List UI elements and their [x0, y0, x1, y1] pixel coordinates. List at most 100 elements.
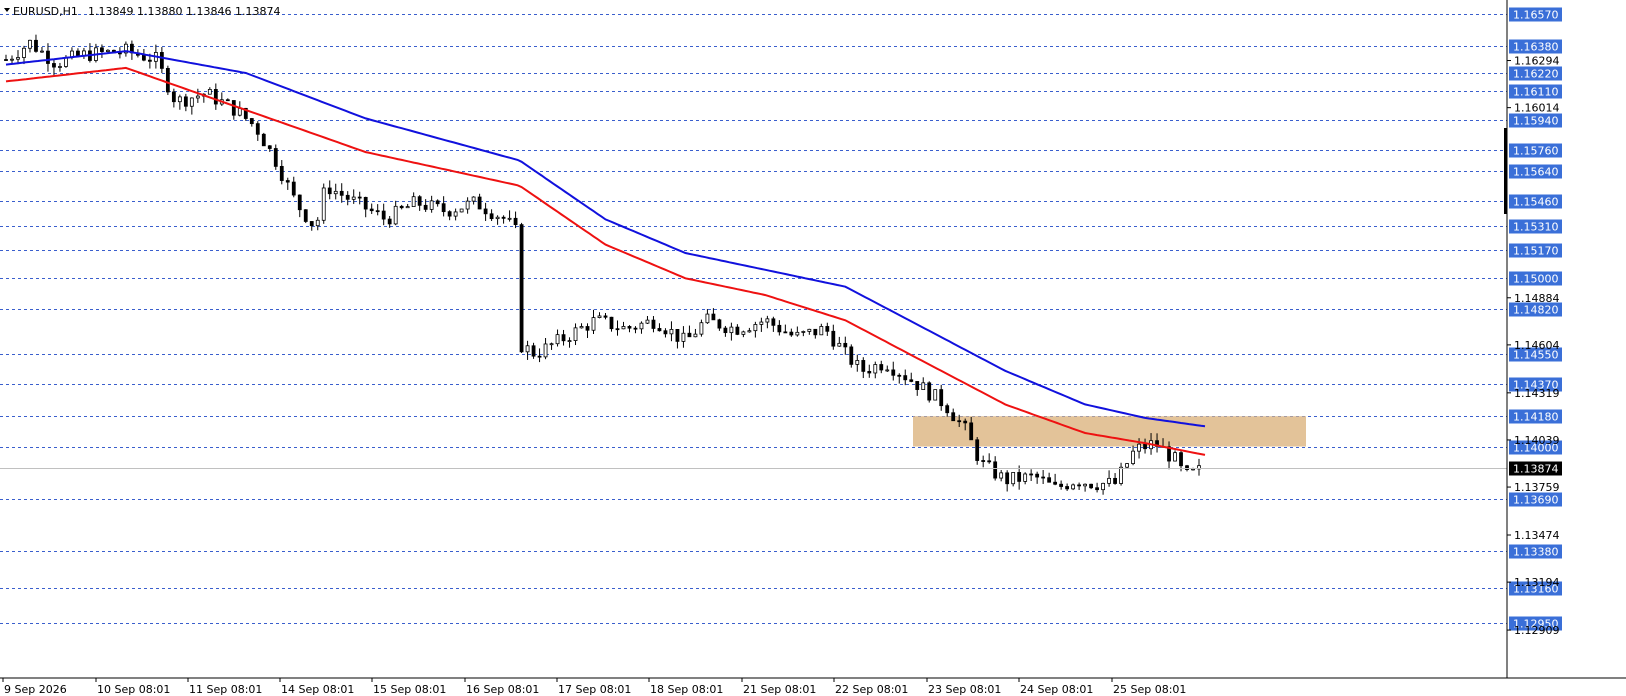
candle-body: [609, 316, 614, 330]
candle-body: [46, 50, 50, 64]
x-tick-label: 9 Sep 2026: [4, 683, 67, 696]
candle-body: [825, 326, 830, 332]
candle-body: [951, 412, 956, 422]
candle-body: [297, 194, 302, 211]
candle-body: [975, 439, 980, 461]
candle-body: [351, 196, 356, 200]
candle-body: [903, 375, 908, 381]
candle-body: [249, 118, 254, 125]
candle-body: [279, 165, 284, 181]
candle-body: [141, 54, 146, 61]
candle-body: [1137, 443, 1141, 452]
candle-body: [747, 330, 752, 333]
candle-body: [651, 319, 656, 329]
candle-body: [717, 319, 722, 329]
candle-body: [927, 382, 932, 401]
candle-body: [705, 313, 710, 324]
candle-body: [52, 63, 56, 68]
candle-body: [543, 343, 548, 358]
level-label: 1.16110: [1513, 86, 1559, 99]
candle-body: [597, 315, 602, 318]
candle-body: [771, 318, 776, 326]
chart-background: [0, 0, 1626, 696]
level-label: 1.15760: [1513, 145, 1559, 158]
candle-body: [1131, 450, 1135, 464]
candle-body: [399, 205, 404, 209]
candle-body: [1077, 484, 1082, 487]
candle-body: [855, 360, 860, 365]
candle-body: [177, 96, 182, 103]
y-tick-label: 1.13474: [1514, 529, 1560, 542]
candle-body: [1185, 465, 1189, 471]
candle-body: [261, 133, 266, 147]
candle-body: [1071, 484, 1076, 490]
candle-body: [687, 332, 692, 338]
candle-body: [106, 49, 110, 52]
candle-body: [345, 194, 350, 200]
candle-body: [981, 460, 986, 462]
candle-body: [1029, 473, 1034, 476]
candle-body: [255, 123, 260, 135]
candle-body: [375, 210, 380, 213]
candle-body: [1107, 477, 1111, 484]
candle-body: [867, 370, 872, 374]
x-tick-label: 18 Sep 08:01: [650, 683, 723, 696]
candle-body: [789, 331, 794, 336]
level-label: 1.15170: [1513, 245, 1559, 258]
candle-body: [207, 89, 212, 95]
candle-body: [1005, 472, 1010, 485]
candle-body: [303, 209, 308, 222]
level-label: 1.16570: [1513, 9, 1559, 22]
candle-body: [579, 326, 584, 329]
level-label: 1.16380: [1513, 41, 1559, 54]
symbol-timeframe: EURUSD,H1: [13, 5, 78, 18]
candle-body: [801, 331, 806, 333]
candle-body: [213, 89, 218, 105]
candle-body: [1011, 472, 1016, 485]
candle-body: [10, 58, 14, 61]
candle-body: [441, 203, 446, 213]
candle-body: [393, 205, 398, 225]
price-chart[interactable]: 1.13874 1.16570 1.16380 1.16220 1.16110 1.15…: [0, 0, 1626, 696]
candle-body: [555, 334, 560, 345]
x-tick-label: 24 Sep 08:01: [1020, 683, 1093, 696]
candle-body: [1101, 482, 1105, 491]
candle-body: [561, 334, 566, 342]
price-scale-scroll-marker[interactable]: [1504, 128, 1507, 214]
x-tick-label: 11 Sep 08:01: [189, 683, 262, 696]
candle-body: [22, 47, 26, 58]
candle-body: [669, 329, 674, 335]
candle-body: [549, 343, 554, 346]
candle-body: [639, 322, 644, 330]
candle-body: [16, 57, 20, 60]
candle-body: [273, 148, 278, 167]
candle-body: [363, 196, 368, 210]
candle-body: [993, 461, 998, 479]
candle-body: [1143, 443, 1147, 450]
candle-body: [891, 369, 896, 376]
candle-body: [963, 420, 968, 424]
candle-body: [34, 39, 38, 52]
x-tick-label: 15 Sep 08:01: [373, 683, 446, 696]
candle-body: [921, 382, 926, 390]
level-label: 1.13380: [1513, 546, 1559, 559]
candle-body: [4, 59, 8, 61]
candle-body: [507, 217, 512, 220]
candle-body: [567, 340, 572, 342]
candle-body: [231, 100, 236, 116]
candle-body: [225, 99, 230, 102]
candle-body: [537, 355, 542, 358]
x-tick-label: 21 Sep 08:01: [743, 683, 816, 696]
candle-body: [957, 420, 962, 423]
candle-body: [171, 91, 176, 103]
candle-body: [405, 206, 410, 209]
candle-body: [1047, 477, 1052, 483]
candle-body: [489, 213, 494, 220]
candle-body: [525, 345, 530, 353]
candle-body: [1095, 487, 1099, 491]
candle-body: [471, 196, 476, 202]
candle-body: [447, 211, 452, 217]
candle-body: [435, 200, 440, 205]
candle-body: [519, 224, 524, 353]
candle-body: [1173, 452, 1177, 462]
